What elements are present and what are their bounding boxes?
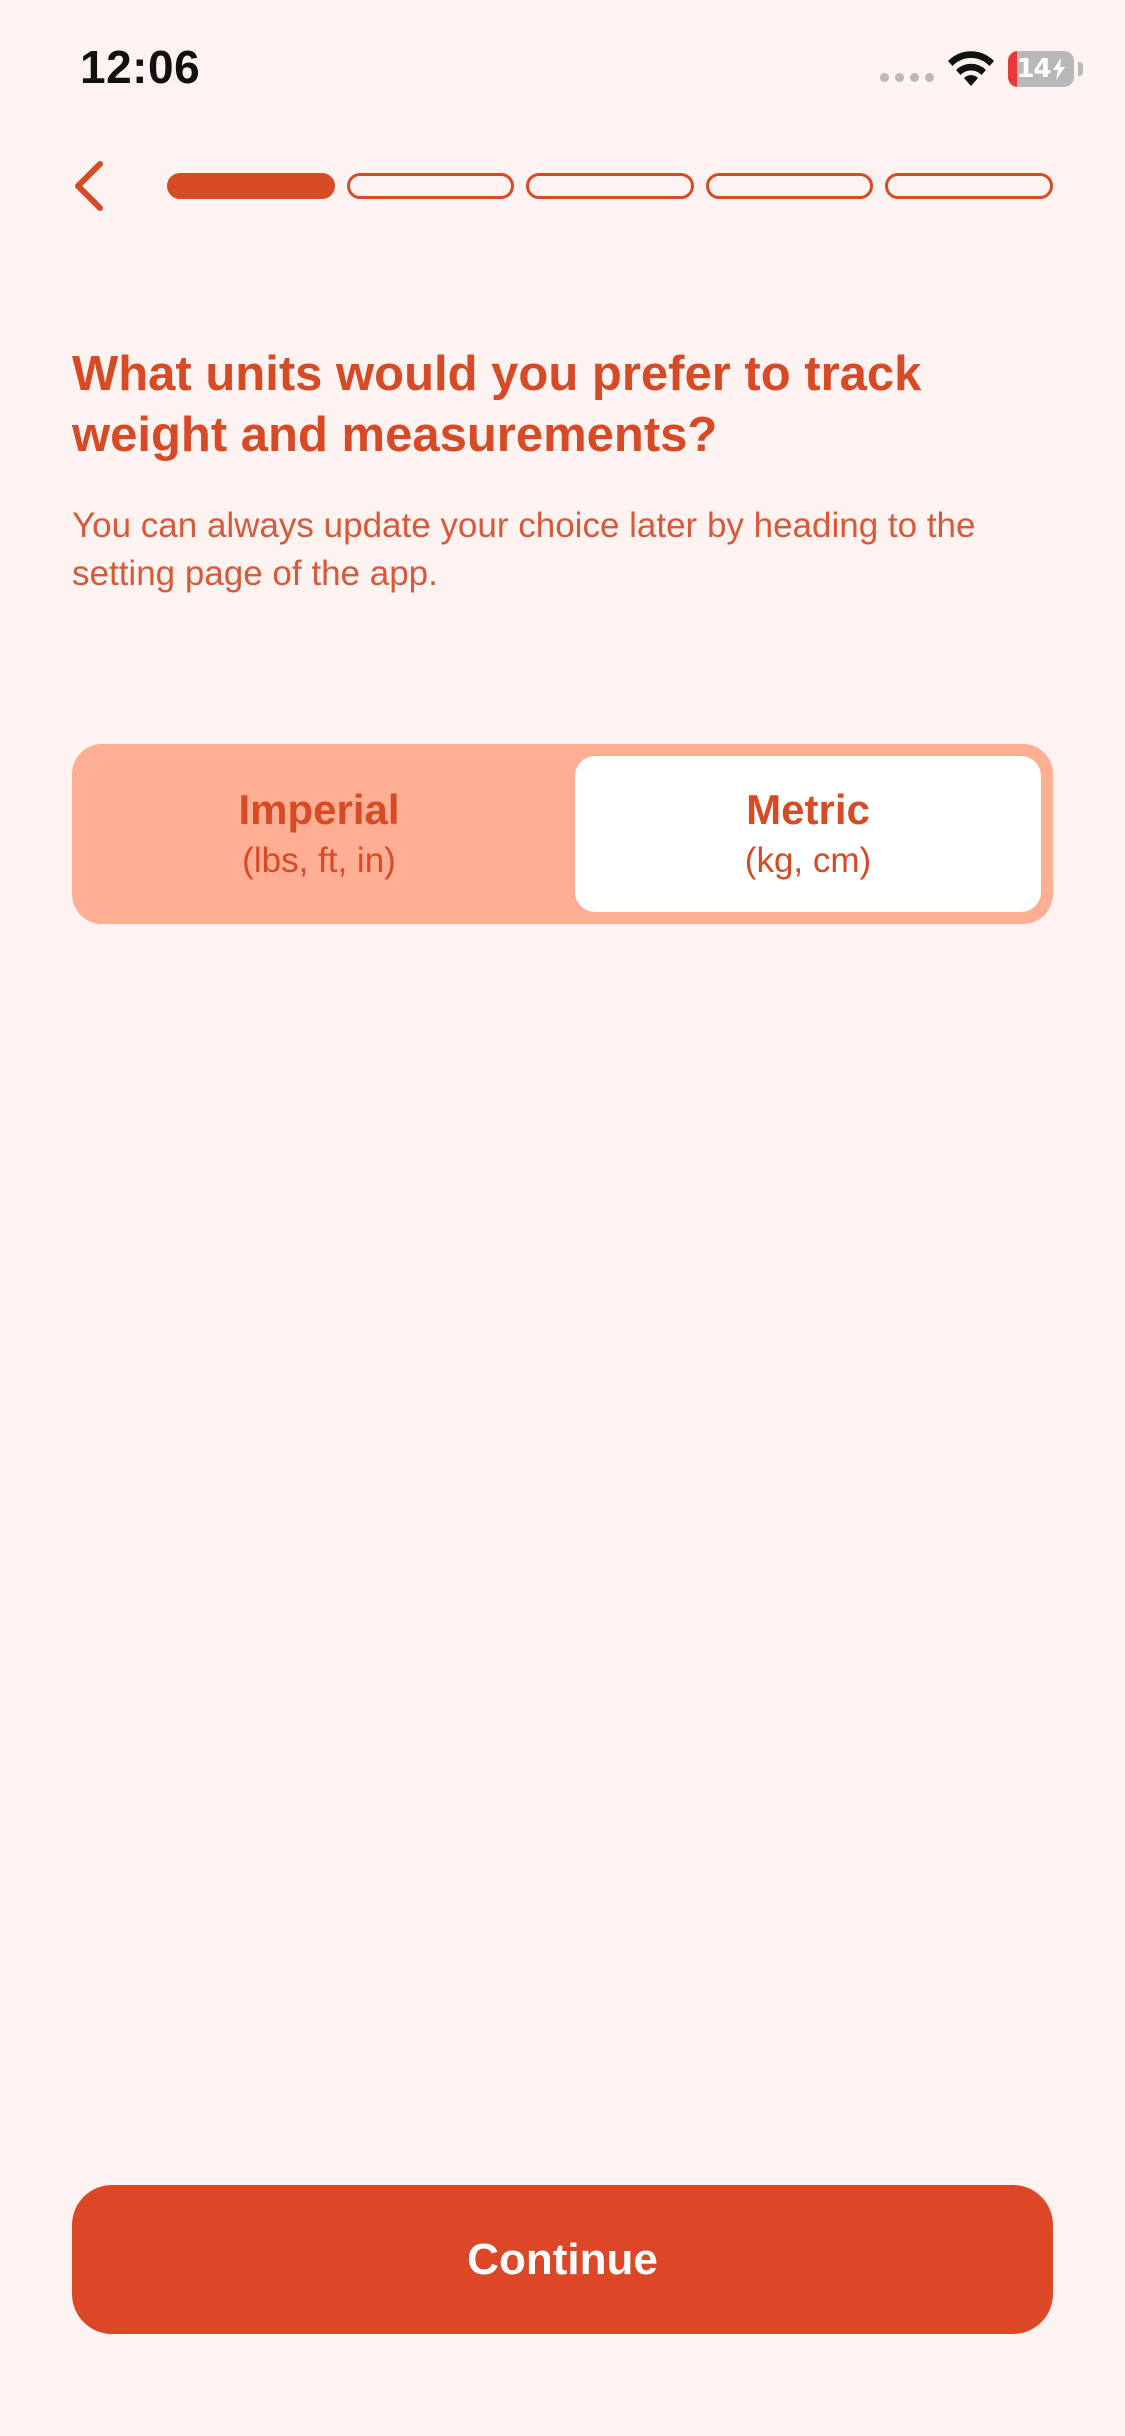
progress-segment [346, 173, 515, 199]
progress-segment [526, 173, 694, 199]
unit-option-imperial[interactable]: Imperial (lbs, ft, in) [84, 756, 554, 912]
unit-option-detail: (lbs, ft, in) [242, 841, 396, 880]
wifi-icon [948, 51, 994, 86]
page-subtitle: You can always update your choice later … [72, 506, 976, 593]
progress-segment [167, 173, 335, 199]
unit-option-metric[interactable]: Metric (kg, cm) [575, 756, 1041, 912]
battery-nub [1078, 62, 1083, 76]
progress-segment [885, 173, 1053, 199]
progress-segment [705, 173, 874, 199]
back-button[interactable] [58, 150, 118, 222]
battery-percentage: 14 [1016, 54, 1051, 84]
status-time: 12:06 [80, 41, 201, 93]
chevron-left-icon [75, 161, 103, 211]
battery-charging-icon: 14 [1008, 51, 1074, 87]
page-title: What units would you prefer to track wei… [72, 347, 922, 462]
cellular-signal-icon [880, 73, 934, 82]
unit-option-label: Imperial [238, 786, 400, 833]
continue-button[interactable]: Continue [72, 2185, 1053, 2334]
unit-option-detail: (kg, cm) [744, 841, 872, 880]
unit-toggle: Imperial (lbs, ft, in) Metric (kg, cm) [72, 744, 1053, 924]
unit-option-label: Metric [746, 786, 870, 833]
status-bar: 12:06 14 [0, 0, 1125, 140]
charging-bolt-icon [1052, 58, 1065, 80]
onboarding-progress [167, 173, 1053, 199]
